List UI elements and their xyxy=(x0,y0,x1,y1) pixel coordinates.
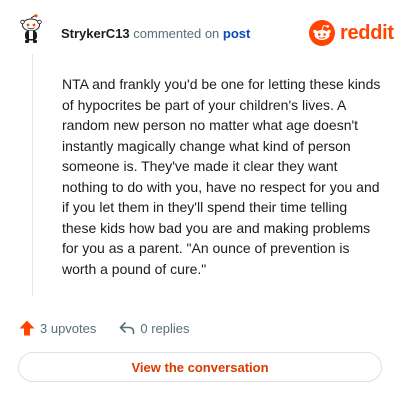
upvote-arrow-icon xyxy=(19,320,35,336)
comment-body: NTA and frankly you'd be one for letting… xyxy=(62,76,381,277)
reddit-snoo-icon xyxy=(309,20,335,46)
post-link[interactable]: post xyxy=(223,26,250,41)
reddit-logo[interactable]: reddit xyxy=(309,20,394,46)
thread-line xyxy=(32,54,33,296)
reply-count: 0 replies xyxy=(140,320,190,336)
avatar[interactable] xyxy=(16,14,46,44)
reply-arrow-icon xyxy=(120,322,135,335)
comment-card: StrykerC13 commented on post reddit NTA … xyxy=(0,0,400,400)
upvote-button[interactable]: 3 upvotes xyxy=(18,319,96,337)
action-text: commented on xyxy=(133,26,220,41)
view-conversation-button[interactable]: View the conversation xyxy=(18,352,382,382)
reddit-wordmark: reddit xyxy=(340,22,394,44)
comment-attribution: StrykerC13 commented on post xyxy=(61,26,250,41)
reply-button[interactable]: 0 replies xyxy=(118,319,190,337)
comment-footer: 3 upvotes 0 replies xyxy=(18,318,190,338)
username-link[interactable]: StrykerC13 xyxy=(61,26,130,41)
upvote-count: 3 upvotes xyxy=(40,320,97,336)
comment-header: StrykerC13 commented on post reddit xyxy=(0,0,400,64)
